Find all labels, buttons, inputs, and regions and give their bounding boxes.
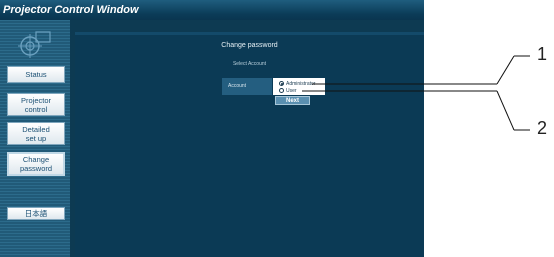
callout-lines: [302, 55, 530, 131]
callout-number-1: 1: [537, 44, 548, 64]
callout-number-2: 2: [537, 118, 548, 138]
